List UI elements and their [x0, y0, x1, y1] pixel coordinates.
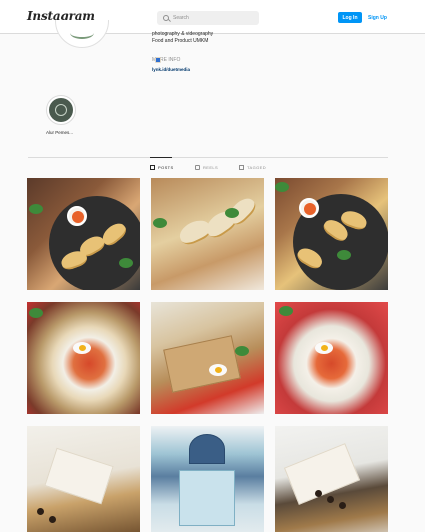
- search-input[interactable]: Search: [157, 11, 259, 25]
- profile-bio: photography & videography Food and Produ…: [152, 31, 213, 45]
- highlight-label: Alur Pemes...: [46, 130, 74, 135]
- bio-line: Food and Product UMKM: [152, 38, 209, 44]
- reels-icon: [195, 165, 200, 170]
- post-thumbnail[interactable]: [275, 178, 388, 290]
- post-thumbnail[interactable]: [27, 302, 140, 414]
- tab-label: REELS: [203, 165, 219, 170]
- info-icon: [155, 57, 161, 63]
- more-info: MORE INFO: [152, 57, 180, 63]
- highlight-cover-icon: [49, 98, 73, 122]
- tab-label: TAGGED: [247, 165, 266, 170]
- post-thumbnail[interactable]: [151, 302, 264, 414]
- post-thumbnail[interactable]: [151, 178, 264, 290]
- tab-reels[interactable]: REELS: [195, 165, 218, 170]
- post-thumbnail[interactable]: [275, 302, 388, 414]
- profile-link[interactable]: lynk.id/duetmedia: [152, 67, 190, 72]
- search-placeholder: Search: [173, 15, 189, 21]
- signup-link[interactable]: Sign Up: [368, 12, 387, 23]
- tab-label: POSTS: [158, 165, 174, 170]
- story-highlight[interactable]: [46, 95, 76, 125]
- tag-icon: [239, 165, 244, 170]
- grid-icon: [150, 165, 155, 170]
- active-tab-indicator: [150, 157, 172, 158]
- profile-avatar[interactable]: [55, 20, 109, 48]
- bio-line: photography & videography: [152, 31, 214, 37]
- post-thumbnail[interactable]: [275, 426, 388, 532]
- login-button[interactable]: Log In: [338, 12, 362, 23]
- post-thumbnail[interactable]: [27, 426, 140, 532]
- search-icon: [163, 15, 169, 21]
- post-thumbnail[interactable]: [151, 426, 264, 532]
- tabs-divider: [28, 157, 388, 158]
- post-thumbnail[interactable]: [27, 178, 140, 290]
- tab-posts[interactable]: POSTS: [150, 165, 174, 170]
- tab-tagged[interactable]: TAGGED: [239, 165, 266, 170]
